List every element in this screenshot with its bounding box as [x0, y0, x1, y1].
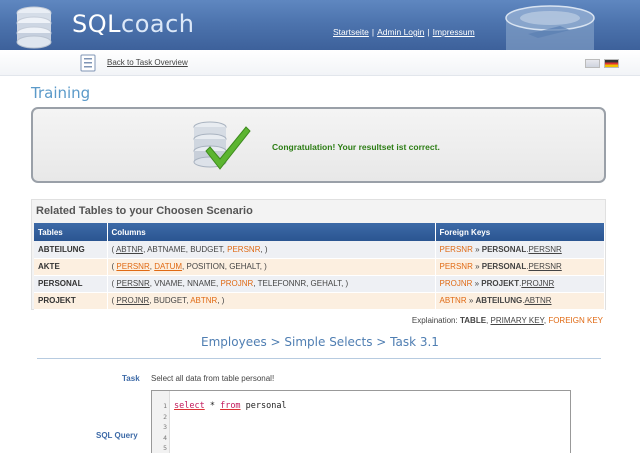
column-header-foreign-keys: Foreign Keys: [435, 223, 605, 241]
legend-explanation: Explaination: TABLE, PRIMARY KEY, FOREIG…: [411, 316, 603, 325]
fk-target-table: PERSONAL: [481, 244, 527, 254]
header-bar: SQLcoach Startseite | Admin Login | Impressu…: [0, 0, 640, 50]
sql-query-code[interactable]: select * from personal: [174, 401, 287, 411]
line-number-gutter: 1 2 3 4 5: [152, 391, 170, 453]
task-list-icon: [80, 54, 96, 72]
foreign-key-cell: ABTNR » ABTEILUNG.ABTNR: [435, 292, 605, 310]
fk-column: ABTNR: [439, 296, 467, 305]
fk-target-table: PERSONAL: [481, 262, 527, 271]
success-message: Congratulation! Your resultset ist corre…: [272, 142, 440, 152]
related-tables-title: Related Tables to your Choosen Scenario: [36, 205, 253, 217]
table-row: PROJEKT( PROJNR, BUDGET, ABTNR, ) ABTNR »…: [34, 292, 605, 310]
fk-target-column: ABTNR: [524, 296, 552, 305]
nav-impressum-link[interactable]: Impressum: [433, 27, 475, 37]
task-description: Select all data from table personal!: [151, 374, 275, 383]
database-check-icon: [193, 121, 251, 170]
legend-primary-key: PRIMARY KEY: [490, 316, 544, 325]
line-number: 5: [163, 444, 167, 452]
column-name: VNAME: [154, 279, 183, 288]
column-name: BUDGET: [153, 296, 187, 305]
sub-toolbar: Back to Task Overview: [0, 50, 640, 76]
column-name: NNAME: [187, 279, 216, 288]
task-breadcrumb: Employees > Simple Selects > Task 3.1: [201, 335, 439, 349]
keyword-from: from: [220, 401, 241, 411]
columns-cell: ( PERSNR, DATUM, POSITION, GEHALT, ): [107, 258, 436, 276]
table-name-cell: PERSONAL: [34, 275, 108, 293]
database-logo-icon: [16, 6, 52, 49]
column-name: GEHALT: [229, 262, 260, 271]
table-row: PERSONAL( PERSNR, VNAME, NNAME, PROJNR, …: [34, 275, 605, 293]
column-name: GEHALT: [310, 279, 342, 288]
fk-target-table: PROJEKT: [481, 279, 520, 288]
fk-target-column: PROJNR: [521, 279, 555, 288]
legend-label: Explaination:: [411, 316, 458, 325]
table-name-cell: AKTE: [34, 258, 108, 276]
foreign-key-cell: PERSNR » PERSONAL.PERSNR: [435, 241, 605, 259]
line-number: 2: [163, 412, 167, 421]
columns-cell: ( PROJNR, BUDGET, ABTNR, ): [107, 292, 436, 310]
brand-logo[interactable]: SQLcoach: [72, 10, 195, 38]
related-tables-panel: Related Tables to your Choosen Scenario …: [31, 199, 606, 310]
query-star: *: [204, 401, 221, 411]
related-tables-table: Tables Columns Foreign Keys ABTEILUNG( A…: [34, 223, 605, 310]
nav-separator: |: [427, 27, 430, 37]
fk-target-column: PERSNR: [528, 244, 562, 254]
line-number: 3: [163, 423, 167, 431]
column-name: ABTNAME: [147, 244, 186, 254]
nav-startseite-link[interactable]: Startseite: [333, 27, 369, 37]
foreign-key-cell: PROJNR » PROJEKT.PROJNR: [435, 275, 605, 293]
columns-cell: ( ABTNR, ABTNAME, BUDGET, PERSNR, ): [107, 241, 436, 259]
fk-column: PERSNR: [439, 262, 473, 271]
top-navigation: Startseite | Admin Login | Impressum: [333, 27, 475, 37]
legend-foreign-key: FOREIGN KEY: [548, 316, 603, 325]
column-name: PROJNR: [116, 296, 150, 305]
column-name: PERSNR: [116, 279, 150, 288]
column-name: DATUM: [154, 262, 183, 271]
sql-query-label: SQL Query: [96, 431, 138, 440]
task-label: Task: [122, 374, 140, 383]
table-row: AKTE( PERSNR, DATUM, POSITION, GEHALT, )…: [34, 258, 605, 276]
brand-coach: coach: [121, 10, 195, 38]
column-header-tables: Tables: [34, 223, 108, 241]
sql-query-editor[interactable]: 1 2 3 4 5 select * from personal: [151, 390, 571, 453]
column-header-columns: Columns: [107, 223, 436, 241]
column-name: TELEFONNR: [257, 279, 307, 288]
column-name: POSITION: [186, 262, 225, 271]
fk-target-column: PERSNR: [528, 262, 562, 271]
line-number: 4: [163, 433, 167, 442]
legend-table: TABLE: [459, 316, 487, 325]
column-name: ABTNR: [115, 244, 144, 254]
result-message-box: Congratulation! Your resultset ist corre…: [31, 107, 606, 183]
brand-sql: SQL: [72, 10, 121, 38]
column-name: PROJNR: [220, 279, 254, 288]
columns-cell: ( PERSNR, VNAME, NNAME, PROJNR, TELEFONN…: [107, 275, 436, 293]
query-table: personal: [240, 401, 287, 411]
nav-separator: |: [371, 27, 375, 37]
column-name: PERSNR: [227, 244, 261, 254]
column-name: BUDGET: [190, 244, 223, 254]
table-name-cell: PROJEKT: [34, 292, 108, 310]
back-to-task-overview-link[interactable]: Back to Task Overview: [107, 58, 188, 67]
column-name: ABTNR: [190, 296, 218, 305]
database-disc-decoration-icon: [505, 5, 595, 50]
german-flag-icon[interactable]: [604, 59, 619, 68]
fk-column: PROJNR: [439, 279, 473, 288]
english-flag-icon[interactable]: [585, 59, 600, 68]
foreign-key-cell: PERSNR » PERSONAL.PERSNR: [435, 258, 605, 276]
fk-target-table: ABTEILUNG: [475, 296, 523, 305]
column-name: PERSNR: [116, 262, 150, 271]
keyword-select: select: [174, 401, 205, 411]
nav-admin-login-link[interactable]: Admin Login: [377, 27, 424, 37]
page-title: Training: [31, 84, 91, 102]
table-row: ABTEILUNG( ABTNR, ABTNAME, BUDGET, PERSN…: [34, 241, 605, 259]
line-number: 1: [163, 402, 167, 410]
table-name-cell: ABTEILUNG: [34, 241, 108, 259]
divider: [37, 358, 601, 359]
fk-column: PERSNR: [439, 244, 473, 254]
